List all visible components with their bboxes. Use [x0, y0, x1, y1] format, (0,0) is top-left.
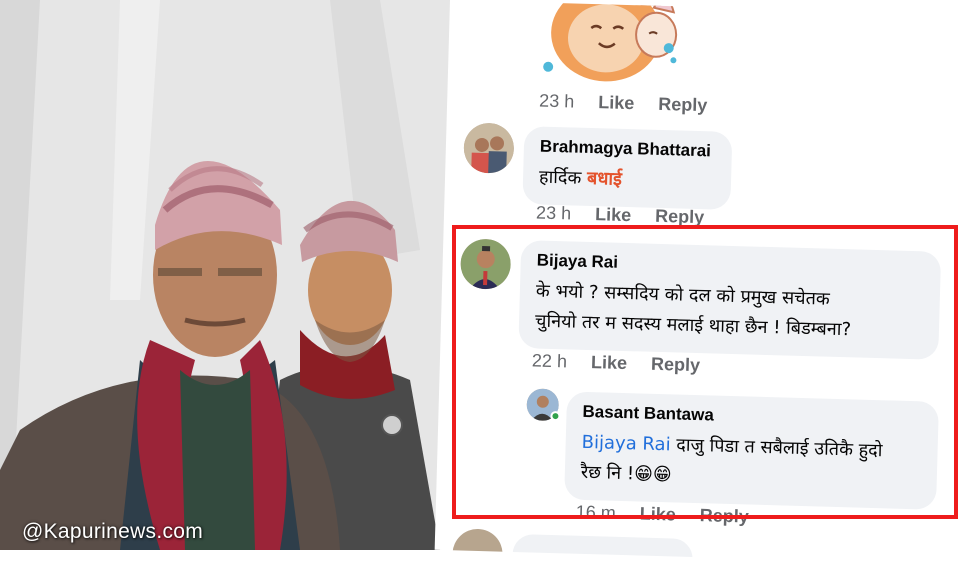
comment-timestamp: 23 h [538, 90, 575, 112]
comment-text: हार्दिक बधाई [538, 166, 623, 190]
like-button[interactable]: Like [595, 204, 632, 226]
like-button[interactable]: Like [598, 92, 635, 114]
reply-button[interactable]: Reply [658, 94, 708, 116]
avatar[interactable] [451, 528, 504, 564]
news-photo: @Kapurinews.com [0, 0, 450, 550]
sticker-comment-actions: 23 h Like Reply [539, 91, 708, 117]
comment-bubble [511, 533, 694, 564]
bunny-sticker [540, 0, 683, 94]
profile-photo [463, 122, 515, 174]
photo-illustration [0, 0, 450, 550]
highlight-box [452, 225, 958, 519]
comment-author[interactable]: Brahmagya Bhattarai [540, 137, 716, 162]
avatar[interactable] [463, 122, 515, 174]
comment-bubble: Brahmagya Bhattarai हार्दिक बधाई [522, 126, 733, 210]
comment-timestamp: 23 h [535, 202, 572, 224]
watermark: @Kapurinews.com [22, 520, 204, 543]
